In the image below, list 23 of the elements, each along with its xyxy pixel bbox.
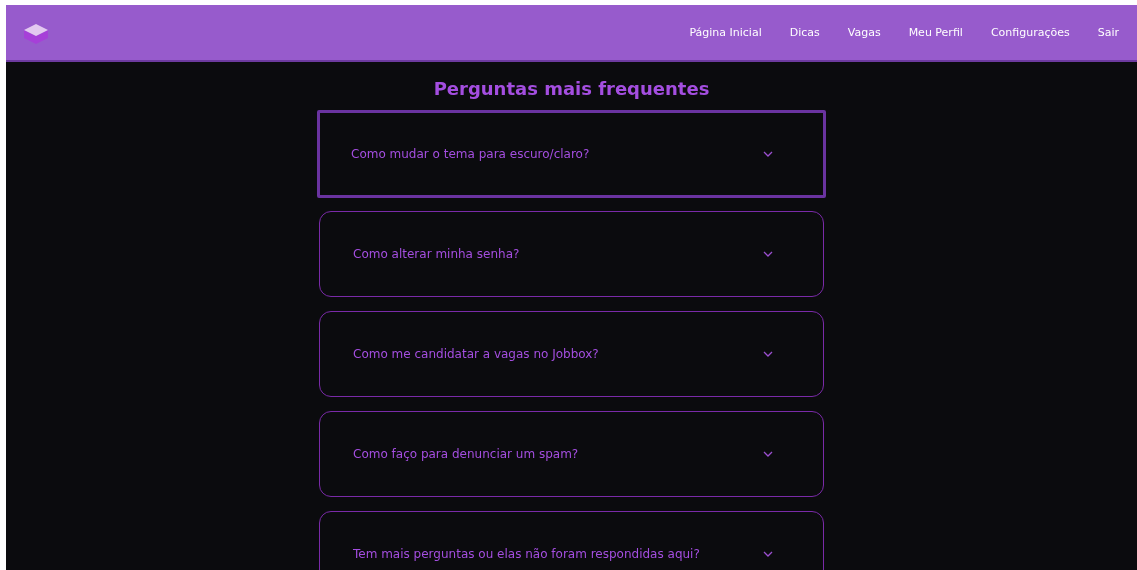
nav-link[interactable]: Meu Perfil xyxy=(888,26,971,39)
page-title: Perguntas mais frequentes xyxy=(432,78,711,99)
nav-link[interactable]: Página Inicial xyxy=(669,26,770,39)
faq-question: Como alterar minha senha? xyxy=(353,247,520,261)
box-logo-icon[interactable] xyxy=(22,21,50,44)
faq-item[interactable]: Como me candidatar a vagas no Jobbox? xyxy=(319,311,824,397)
nav-link[interactable]: Sair xyxy=(1077,26,1127,39)
faq-item[interactable]: Como mudar o tema para escuro/claro? xyxy=(317,110,826,198)
nav-link[interactable]: Vagas xyxy=(827,26,889,39)
chevron-down-icon xyxy=(763,351,773,357)
chevron-down-icon xyxy=(763,451,773,457)
faq-question: Como mudar o tema para escuro/claro? xyxy=(351,147,590,161)
nav-link[interactable]: Configurações xyxy=(970,26,1078,39)
faq-item[interactable]: Como alterar minha senha? xyxy=(319,211,824,297)
faq-item[interactable]: Como faço para denunciar um spam? xyxy=(319,411,824,497)
faq-question: Como faço para denunciar um spam? xyxy=(353,447,579,461)
faq-question: Como me candidatar a vagas no Jobbox? xyxy=(353,347,599,361)
chevron-down-icon xyxy=(763,151,773,157)
faq-question: Tem mais perguntas ou elas não foram respondidas aqui? xyxy=(353,547,700,561)
faq-item[interactable]: Tem mais perguntas ou elas não foram respondidas aqui? xyxy=(319,511,824,570)
nav-link[interactable]: Dicas xyxy=(769,26,828,39)
chevron-down-icon xyxy=(763,551,773,557)
chevron-down-icon xyxy=(763,251,773,257)
